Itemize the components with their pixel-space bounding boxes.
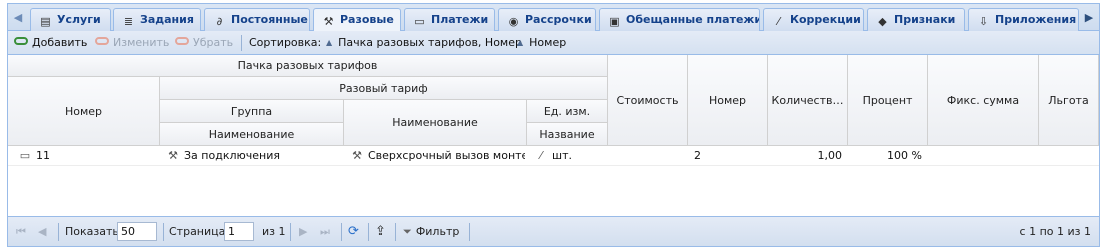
pager-separator <box>341 223 342 241</box>
ruler-icon: ⁄ <box>540 149 542 162</box>
header-tariff-name[interactable]: Наименование <box>344 100 527 146</box>
tab-strip: ◀ ▤ Услуги ≣ Задания ∂ Постоянные ⚒ Разовые … <box>8 4 1099 32</box>
funnel-icon: ⏷ <box>403 225 412 238</box>
pager-separator <box>163 223 164 241</box>
link-edit-icon <box>95 37 109 45</box>
lifebuoy-icon: ◉ <box>508 15 519 28</box>
link-add-icon <box>14 37 28 45</box>
header-fixed-sum[interactable]: Фикс. сумма <box>928 55 1039 146</box>
page-number-input[interactable] <box>224 222 254 241</box>
export-icon[interactable]: ⇪ <box>375 224 386 240</box>
cell-quantity: 1,00 <box>817 149 843 162</box>
tab-promised-payments[interactable]: ▣ Обещанные платежи <box>599 8 760 31</box>
wrench-icon: ⚒ <box>323 15 334 28</box>
header-quantity[interactable]: Количеств… <box>768 55 848 146</box>
tab-attributes[interactable]: ◆ Признаки <box>867 8 965 31</box>
one-time-charges-grid: Пачка разовых тарифов Стоимость Номер Ко… <box>8 55 1099 216</box>
add-button[interactable]: Добавить <box>14 35 87 51</box>
header-group-name[interactable]: Наименование <box>160 123 344 146</box>
tab-scroll-left-button[interactable]: ◀ <box>9 8 27 27</box>
header-percent[interactable]: Процент <box>848 55 928 146</box>
remove-button[interactable]: Убрать <box>175 35 233 51</box>
link-remove-icon <box>175 37 189 45</box>
cell-number: ▭ 11 <box>18 146 158 166</box>
paging-summary: с 1 по 1 из 1 <box>1019 225 1091 238</box>
header-group[interactable]: Группа <box>160 100 344 123</box>
cell-unit-name: ⁄ шт. <box>534 146 606 166</box>
header-unit[interactable]: Ед. изм. <box>527 100 608 123</box>
document-icon: ▤ <box>40 15 51 28</box>
prev-page-icon[interactable]: ◀ <box>38 224 46 240</box>
cell-benefit <box>1043 146 1097 166</box>
header-pack[interactable]: Пачка разовых тарифов <box>8 55 608 77</box>
paging-toolbar: ⏮ ◀ Показать Страница из 1 ▶ ⏭ ⟳ ⇪ ⏷Филь… <box>8 216 1099 246</box>
tag-icon: ◆ <box>878 15 887 28</box>
cell-number2: 2 <box>694 149 701 162</box>
card-icon: ▭ <box>414 15 425 28</box>
attachment-icon: ⇩ <box>978 15 989 28</box>
cell-cost <box>612 146 686 166</box>
toolbar-separator <box>241 35 242 51</box>
next-page-icon[interactable]: ▶ <box>299 224 307 240</box>
promise-icon: ▣ <box>609 15 620 28</box>
last-page-icon[interactable]: ⏭ <box>320 224 330 240</box>
page-label: Страница <box>169 225 226 238</box>
tab-payments[interactable]: ▭ Платежи <box>404 8 495 31</box>
pager-separator <box>395 223 396 241</box>
tools-icon: ⚒ <box>168 149 178 162</box>
first-page-icon[interactable]: ⏮ <box>16 224 26 240</box>
tab-recurring[interactable]: ∂ Постоянные <box>204 8 310 31</box>
pager-separator <box>469 223 470 241</box>
header-number2[interactable]: Номер <box>688 55 768 146</box>
toolbar: Добавить Изменить Убрать Сортировка: ▲ Па… <box>8 31 1099 55</box>
wrench-icon: ⚒ <box>352 149 362 162</box>
cell-fixed-sum <box>932 146 1036 166</box>
cell-percent: 100 % <box>887 149 922 162</box>
page-size-input[interactable] <box>117 222 157 241</box>
page-size-label: Показать <box>65 225 119 238</box>
tasks-icon: ≣ <box>123 15 134 28</box>
pager-separator <box>290 223 291 241</box>
tab-services[interactable]: ▤ Услуги <box>30 8 111 31</box>
sort-label: Сортировка: <box>249 36 322 49</box>
pager-separator <box>58 223 59 241</box>
page-count-label: из 1 <box>262 225 286 238</box>
tab-tasks[interactable]: ≣ Задания <box>113 8 201 31</box>
header-number[interactable]: Номер <box>8 77 160 146</box>
sort-ascending-icon: ▲ <box>326 38 333 47</box>
table-row[interactable]: ▭ 11 ⚒ За подключения ⚒ Сверхсрочный вызов … <box>8 146 1099 166</box>
charges-panel: ◀ ▤ Услуги ≣ Задания ∂ Постоянные ⚒ Разовые … <box>7 3 1100 247</box>
tab-corrections[interactable]: ⁄ Коррекции <box>763 8 864 31</box>
link-icon: ∂ <box>216 15 223 28</box>
header-cost[interactable]: Стоимость <box>608 55 688 146</box>
sort-ascending-icon: ▲ <box>517 38 524 47</box>
sort-item-number[interactable]: ▲ Номер <box>517 35 566 51</box>
header-tariff[interactable]: Разовый тариф <box>160 77 608 100</box>
tab-one-time[interactable]: ⚒ Разовые <box>313 8 401 32</box>
tab-installments[interactable]: ◉ Рассрочки <box>498 8 596 31</box>
refresh-icon[interactable]: ⟳ <box>348 224 359 240</box>
magic-wand-icon: ⁄ <box>777 15 780 28</box>
pack-icon: ▭ <box>19 149 31 162</box>
edit-button[interactable]: Изменить <box>95 35 169 51</box>
header-unit-name[interactable]: Название <box>527 123 608 146</box>
pager-separator <box>368 223 369 241</box>
tab-scroll-right-button[interactable]: ▶ <box>1080 8 1098 27</box>
cell-group-name: ⚒ За подключения <box>166 146 342 166</box>
sort-item-pack-number[interactable]: ▲ Пачка разовых тарифов, Номер <box>326 35 522 51</box>
tab-attachments[interactable]: ⇩ Приложения <box>968 8 1079 31</box>
cell-tariff-name: ⚒ Сверхсрочный вызов монте… <box>350 146 525 166</box>
filter-button[interactable]: ⏷ Фильтр <box>403 224 459 240</box>
header-benefit[interactable]: Льгота <box>1039 55 1099 146</box>
